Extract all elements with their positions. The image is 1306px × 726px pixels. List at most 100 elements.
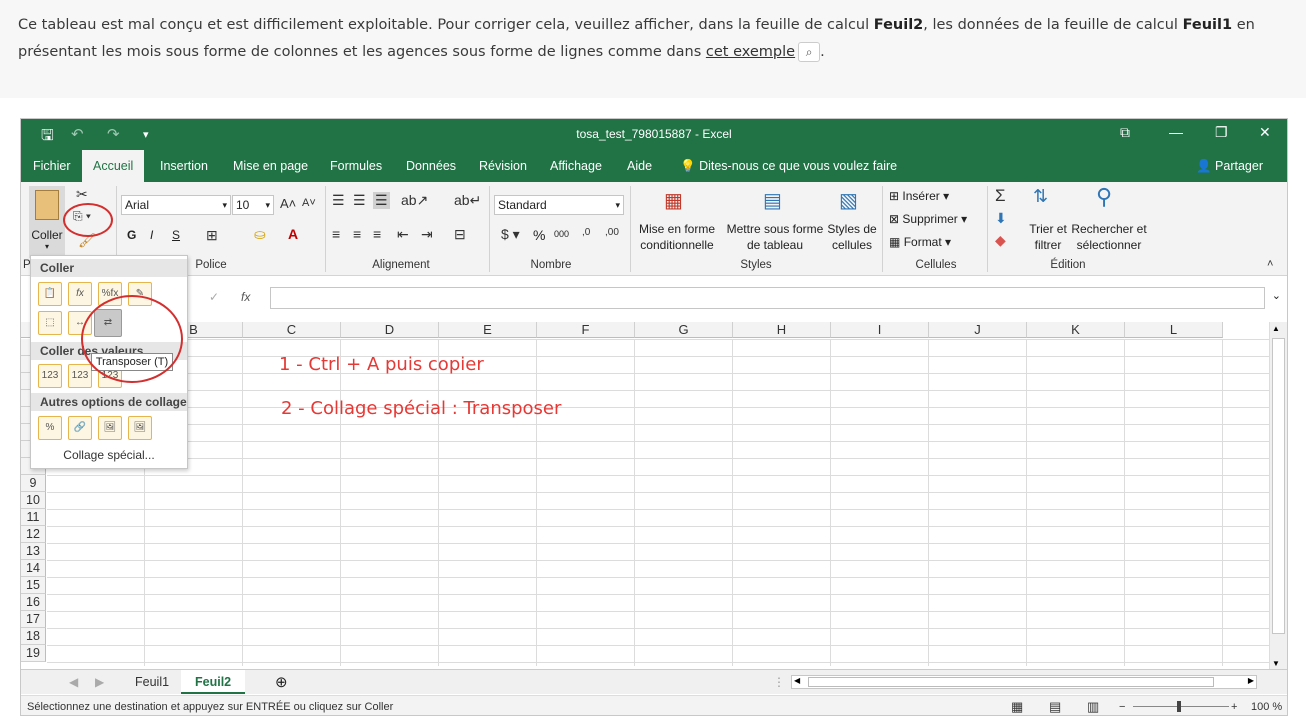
number-format-select[interactable]: Standard ▾: [494, 195, 624, 215]
currency-icon[interactable]: $ ▾: [501, 226, 520, 243]
orientation-icon[interactable]: ab↗: [401, 192, 428, 209]
column-header[interactable]: E: [439, 322, 537, 338]
table-format-label[interactable]: Mettre sous forme: [723, 222, 827, 236]
borders-icon[interactable]: ⊞: [206, 227, 218, 244]
autosum-icon[interactable]: Σ: [995, 186, 1006, 206]
underline-button[interactable]: S: [172, 228, 180, 242]
tab-aide[interactable]: Aide: [616, 150, 663, 182]
grow-font-icon[interactable]: A˄: [280, 196, 296, 211]
sort-filter-icon[interactable]: ⇅: [1033, 186, 1048, 207]
page-break-icon[interactable]: ▥: [1087, 696, 1099, 715]
percent-button[interactable]: %: [533, 227, 545, 243]
table-format-label[interactable]: de tableau: [723, 238, 827, 252]
tab-formules[interactable]: Formules: [319, 150, 393, 182]
tab-accueil[interactable]: Accueil: [82, 150, 145, 182]
increase-decimal-icon[interactable]: ,0: [582, 227, 590, 238]
expand-formula-icon[interactable]: ⌄: [1272, 289, 1281, 302]
share-button[interactable]: 👤 Partager: [1196, 150, 1263, 182]
close-icon[interactable]: ✕: [1259, 124, 1271, 141]
row-header[interactable]: 18: [21, 628, 46, 645]
decrease-indent-icon[interactable]: ⇤: [397, 226, 409, 243]
no-borders-icon[interactable]: ⬚: [38, 311, 62, 335]
cond-format-label[interactable]: Mise en forme: [634, 222, 720, 236]
decrease-decimal-icon[interactable]: ,00: [605, 227, 619, 238]
cell-styles-label[interactable]: cellules: [827, 238, 877, 252]
zoom-level[interactable]: 100 %: [1251, 696, 1282, 715]
row-header[interactable]: 13: [21, 543, 46, 560]
format-table-icon[interactable]: ▤: [763, 188, 782, 213]
fill-icon[interactable]: ⬇: [995, 210, 1007, 227]
tab-affichage[interactable]: Affichage: [539, 150, 613, 182]
column-header[interactable]: K: [1027, 322, 1125, 338]
sort-filter-label[interactable]: Trier et: [1025, 222, 1071, 236]
tab-fichier[interactable]: Fichier: [22, 150, 82, 182]
find-select-label[interactable]: sélectionner: [1069, 238, 1149, 252]
enter-icon[interactable]: ✓: [209, 290, 219, 304]
scroll-thumb[interactable]: [808, 677, 1214, 687]
row-header[interactable]: 15: [21, 577, 46, 594]
collapse-ribbon-icon[interactable]: ˄: [1267, 258, 1273, 270]
merge-center-icon[interactable]: ⊟: [454, 226, 466, 243]
row-header[interactable]: 9: [21, 475, 46, 492]
page-layout-icon[interactable]: ▤: [1049, 696, 1061, 715]
font-name-select[interactable]: Arial ▾: [121, 195, 231, 215]
magnify-icon[interactable]: ⌕: [798, 42, 821, 62]
align-center-icon[interactable]: ≡: [353, 226, 361, 242]
paste-picture-icon[interactable]: 🖼: [98, 416, 122, 440]
cond-format-label[interactable]: conditionnelle: [634, 238, 720, 252]
tab-split-handle[interactable]: ⋮: [773, 675, 785, 689]
row-header[interactable]: 11: [21, 509, 46, 526]
align-top-icon[interactable]: ☰: [332, 192, 345, 209]
paste-values-number-format-icon[interactable]: 123: [68, 364, 92, 388]
cell-styles-label[interactable]: Styles de: [827, 222, 877, 236]
font-color-icon[interactable]: A: [288, 226, 298, 242]
sort-filter-label[interactable]: filtrer: [1025, 238, 1071, 252]
increase-indent-icon[interactable]: ⇥: [421, 226, 433, 243]
column-header[interactable]: D: [341, 322, 439, 338]
cut-icon[interactable]: ✂: [76, 186, 88, 203]
conditional-format-icon[interactable]: ▦: [664, 188, 683, 213]
align-left-icon[interactable]: ≡: [332, 226, 340, 242]
restore-icon[interactable]: ❐: [1215, 124, 1228, 141]
paste-button[interactable]: Coller ▾: [29, 186, 65, 258]
column-header[interactable]: L: [1125, 322, 1223, 338]
zoom-out-icon[interactable]: −: [1119, 696, 1125, 715]
tab-revision[interactable]: Révision: [468, 150, 538, 182]
scroll-left-icon[interactable]: ◀: [794, 676, 800, 685]
scroll-down-icon[interactable]: ▼: [1272, 659, 1280, 668]
zoom-in-icon[interactable]: +: [1231, 696, 1237, 715]
wrap-text-icon[interactable]: ab↵: [454, 192, 481, 209]
align-bottom-icon[interactable]: ☰: [373, 192, 390, 209]
insert-cells-button[interactable]: ⊞ Insérer ▾: [889, 189, 949, 203]
prev-sheet-icon[interactable]: ◀: [69, 675, 78, 689]
sheet-tab-feuil1[interactable]: Feuil1: [121, 670, 183, 694]
paste-formulas-icon[interactable]: fx: [68, 282, 92, 306]
align-middle-icon[interactable]: ☰: [353, 192, 366, 209]
find-select-icon[interactable]: ⚲: [1096, 184, 1112, 210]
row-header[interactable]: 16: [21, 594, 46, 611]
example-link[interactable]: cet exemple: [706, 44, 795, 60]
insert-function-icon[interactable]: fx: [241, 290, 250, 304]
paste-values-icon[interactable]: 123: [38, 364, 62, 388]
font-size-select[interactable]: 10 ▾: [232, 195, 274, 215]
paste-linked-picture-icon[interactable]: 🖼: [128, 416, 152, 440]
row-header[interactable]: 17: [21, 611, 46, 628]
row-header[interactable]: 14: [21, 560, 46, 577]
tab-insertion[interactable]: Insertion: [149, 150, 219, 182]
column-header[interactable]: F: [537, 322, 635, 338]
cells-area[interactable]: [47, 339, 1269, 666]
formula-input[interactable]: [270, 287, 1265, 309]
scroll-right-icon[interactable]: ▶: [1248, 676, 1254, 685]
column-header[interactable]: J: [929, 322, 1027, 338]
column-header[interactable]: I: [831, 322, 929, 338]
paste-link-icon[interactable]: 🔗: [68, 416, 92, 440]
delete-cells-button[interactable]: ⊠ Supprimer ▾: [889, 212, 967, 226]
tab-mise-en-page[interactable]: Mise en page: [222, 150, 319, 182]
add-sheet-icon[interactable]: ⊕: [275, 673, 288, 691]
paste-dropdown-icon[interactable]: ▾: [29, 242, 65, 251]
thousands-button[interactable]: 000: [554, 229, 569, 239]
format-cells-button[interactable]: ▦ Format ▾: [889, 235, 951, 249]
tell-me-box[interactable]: 💡 Dites-nous ce que vous voulez faire: [669, 150, 908, 182]
cell-styles-icon[interactable]: ▧: [839, 188, 858, 213]
fill-color-icon[interactable]: ⛀: [254, 226, 266, 243]
